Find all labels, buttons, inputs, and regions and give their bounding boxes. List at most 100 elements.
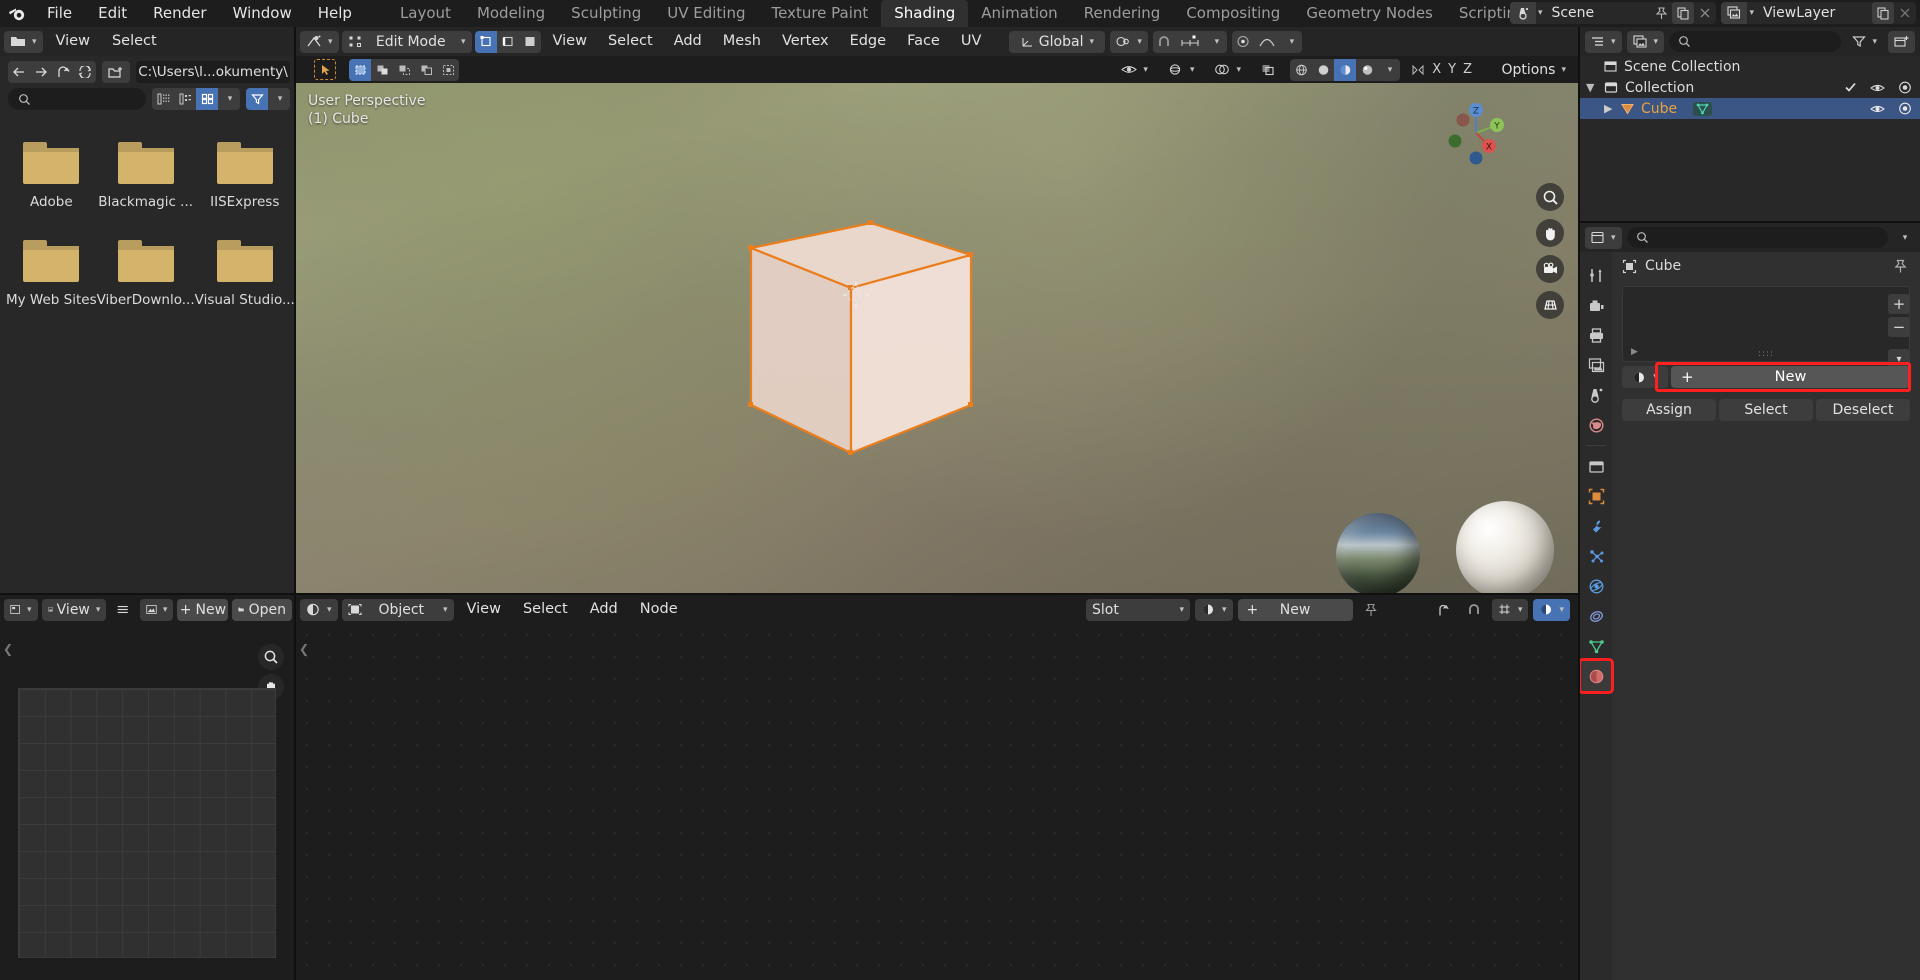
shader-menu-select[interactable]: Select [514, 595, 577, 624]
material-preview-icon[interactable]: ▾ [1533, 599, 1570, 621]
open-image-button[interactable]: Open [232, 599, 292, 621]
magnet-icon[interactable] [1461, 599, 1487, 621]
viewlayer-name[interactable]: ViewLayer [1754, 5, 1872, 21]
shader-menu-add[interactable]: Add [581, 595, 627, 624]
ortho-persp-nav-icon[interactable] [1536, 291, 1564, 319]
material-browse-button[interactable]: ▾ [1195, 599, 1233, 621]
material-preview-shading-icon[interactable] [1334, 59, 1356, 81]
sidebar-toggle-left[interactable]: ❮ [299, 642, 309, 656]
file-item[interactable]: Visual Studio... [195, 240, 295, 308]
file-item[interactable]: IISExpress [195, 142, 295, 210]
mirror-y-toggle[interactable]: Y [1448, 62, 1456, 77]
workspace-tab-geometry-nodes[interactable]: Geometry Nodes [1293, 0, 1446, 27]
expand-arrow-icon[interactable]: ▶ [1604, 102, 1614, 115]
properties-tab-particles[interactable] [1581, 541, 1611, 571]
outliner-row-scene-collection[interactable]: Scene Collection [1580, 56, 1920, 77]
workspace-tab-texture-paint[interactable]: Texture Paint [758, 0, 881, 27]
properties-tab-scene[interactable] [1581, 380, 1611, 410]
editor-type-selector[interactable]: ▾ [300, 599, 338, 621]
back-arrow-icon[interactable] [8, 61, 30, 83]
select-extend-icon[interactable] [371, 59, 393, 81]
select-set-icon[interactable] [349, 59, 371, 81]
viewport-menu-select[interactable]: Select [599, 27, 662, 56]
pin-icon[interactable] [1893, 259, 1908, 274]
splitter-vertical-right[interactable] [1578, 27, 1580, 980]
hamburger-icon[interactable] [110, 599, 135, 621]
hand-nav-icon[interactable] [1536, 219, 1564, 247]
filter-dropdown[interactable]: ▾ [268, 88, 290, 110]
remove-material-slot-button[interactable]: − [1888, 317, 1910, 337]
go-to-parent-icon[interactable] [1430, 599, 1456, 621]
file-item[interactable]: Adobe [6, 142, 97, 210]
camera-nav-icon[interactable] [1536, 255, 1564, 283]
editor-type-selector[interactable]: ▾ [4, 599, 38, 621]
snap-grid-icon[interactable]: ▾ [1492, 599, 1529, 621]
close-icon[interactable] [1694, 2, 1716, 24]
properties-tab-view-layer[interactable] [1581, 350, 1611, 380]
properties-search-input[interactable] [1627, 227, 1888, 248]
vertex-select-icon[interactable] [475, 31, 497, 53]
tweak-tool-icon[interactable] [314, 59, 336, 80]
file-item[interactable]: Blackmagic ... [97, 142, 195, 210]
properties-tab-output[interactable] [1581, 320, 1611, 350]
snap-dropdown[interactable]: ▾ [1205, 31, 1227, 53]
funnel-icon[interactable] [246, 88, 268, 110]
select-intersect-icon[interactable] [437, 59, 459, 81]
splitter-vertical-left[interactable] [294, 27, 296, 980]
transform-orientation-selector[interactable]: Global ▾ [1009, 31, 1105, 53]
menu-help[interactable]: Help [305, 0, 365, 27]
file-search-input[interactable] [8, 88, 146, 110]
select-invert-icon[interactable] [415, 59, 437, 81]
zoom-nav-icon[interactable] [1536, 183, 1564, 211]
mirror-z-toggle[interactable]: Z [1463, 62, 1472, 77]
eye-icon[interactable]: ▾ [1115, 59, 1154, 81]
properties-tab-material[interactable] [1581, 661, 1611, 691]
cube-mesh[interactable] [666, 143, 1026, 493]
list-expand-icon[interactable]: ▶ [1631, 347, 1638, 357]
viewport-menu-edge[interactable]: Edge [841, 27, 896, 56]
select-button[interactable]: Select [1719, 399, 1813, 421]
zoom-icon[interactable] [258, 644, 284, 670]
close-icon[interactable] [1894, 2, 1916, 24]
viewport-menu-mesh[interactable]: Mesh [714, 27, 770, 56]
viewport-canvas[interactable]: User Perspective (1) Cube [296, 83, 1580, 595]
overlays-icon[interactable]: ▾ [1208, 59, 1247, 81]
falloff-curve-icon[interactable] [1254, 31, 1280, 53]
display-mode-dropdown[interactable]: ▾ [218, 88, 240, 110]
mesh-data-icon[interactable] [1693, 102, 1712, 116]
add-material-slot-button[interactable]: + [1888, 294, 1910, 314]
up-arrow-icon[interactable] [52, 61, 74, 83]
magnet-icon[interactable] [1153, 31, 1175, 53]
solid-shading-icon[interactable] [1312, 59, 1334, 81]
viewport-menu-add[interactable]: Add [665, 27, 711, 56]
splitter-horizontal-right[interactable] [1580, 221, 1920, 223]
gizmo-icon[interactable]: ▾ [1162, 59, 1201, 81]
viewport-options-menu[interactable]: Options ▾ [1495, 59, 1572, 81]
wireframe-shading-icon[interactable] [1290, 59, 1312, 81]
editor-type-selector[interactable]: ▾ [1585, 227, 1622, 249]
shader-menu-view[interactable]: View [458, 595, 510, 624]
workspace-tab-layout[interactable]: Layout [387, 0, 464, 27]
edge-select-icon[interactable] [497, 31, 519, 53]
shader-type-selector[interactable]: Object ▾ [342, 599, 454, 621]
menu-render[interactable]: Render [140, 0, 219, 27]
blender-logo-icon[interactable] [0, 5, 34, 23]
copy-icon[interactable] [1672, 2, 1694, 24]
file-menu-select[interactable]: Select [103, 27, 166, 56]
workspace-tab-animation[interactable]: Animation [968, 0, 1070, 27]
outliner-row-cube[interactable]: ▶ Cube [1580, 98, 1920, 119]
file-item[interactable]: ViberDownlo... [97, 240, 195, 308]
expand-arrow-icon[interactable]: ▼ [1586, 81, 1598, 94]
pivot-point-selector[interactable]: ▾ [1110, 31, 1148, 53]
file-path-field[interactable]: C:\Users\l...okumenty\ [136, 61, 290, 83]
rendered-shading-icon[interactable] [1356, 59, 1378, 81]
shader-menu-node[interactable]: Node [631, 595, 687, 624]
checkbox-icon[interactable] [1844, 81, 1857, 94]
file-item[interactable]: My Web Sites [6, 240, 97, 308]
forward-arrow-icon[interactable] [30, 61, 52, 83]
properties-tab-world[interactable] [1581, 410, 1611, 440]
menu-window[interactable]: Window [220, 0, 305, 27]
image-canvas[interactable] [18, 688, 276, 958]
new-material-button[interactable]: + New [1238, 599, 1353, 621]
properties-tab-modifiers[interactable] [1581, 511, 1611, 541]
